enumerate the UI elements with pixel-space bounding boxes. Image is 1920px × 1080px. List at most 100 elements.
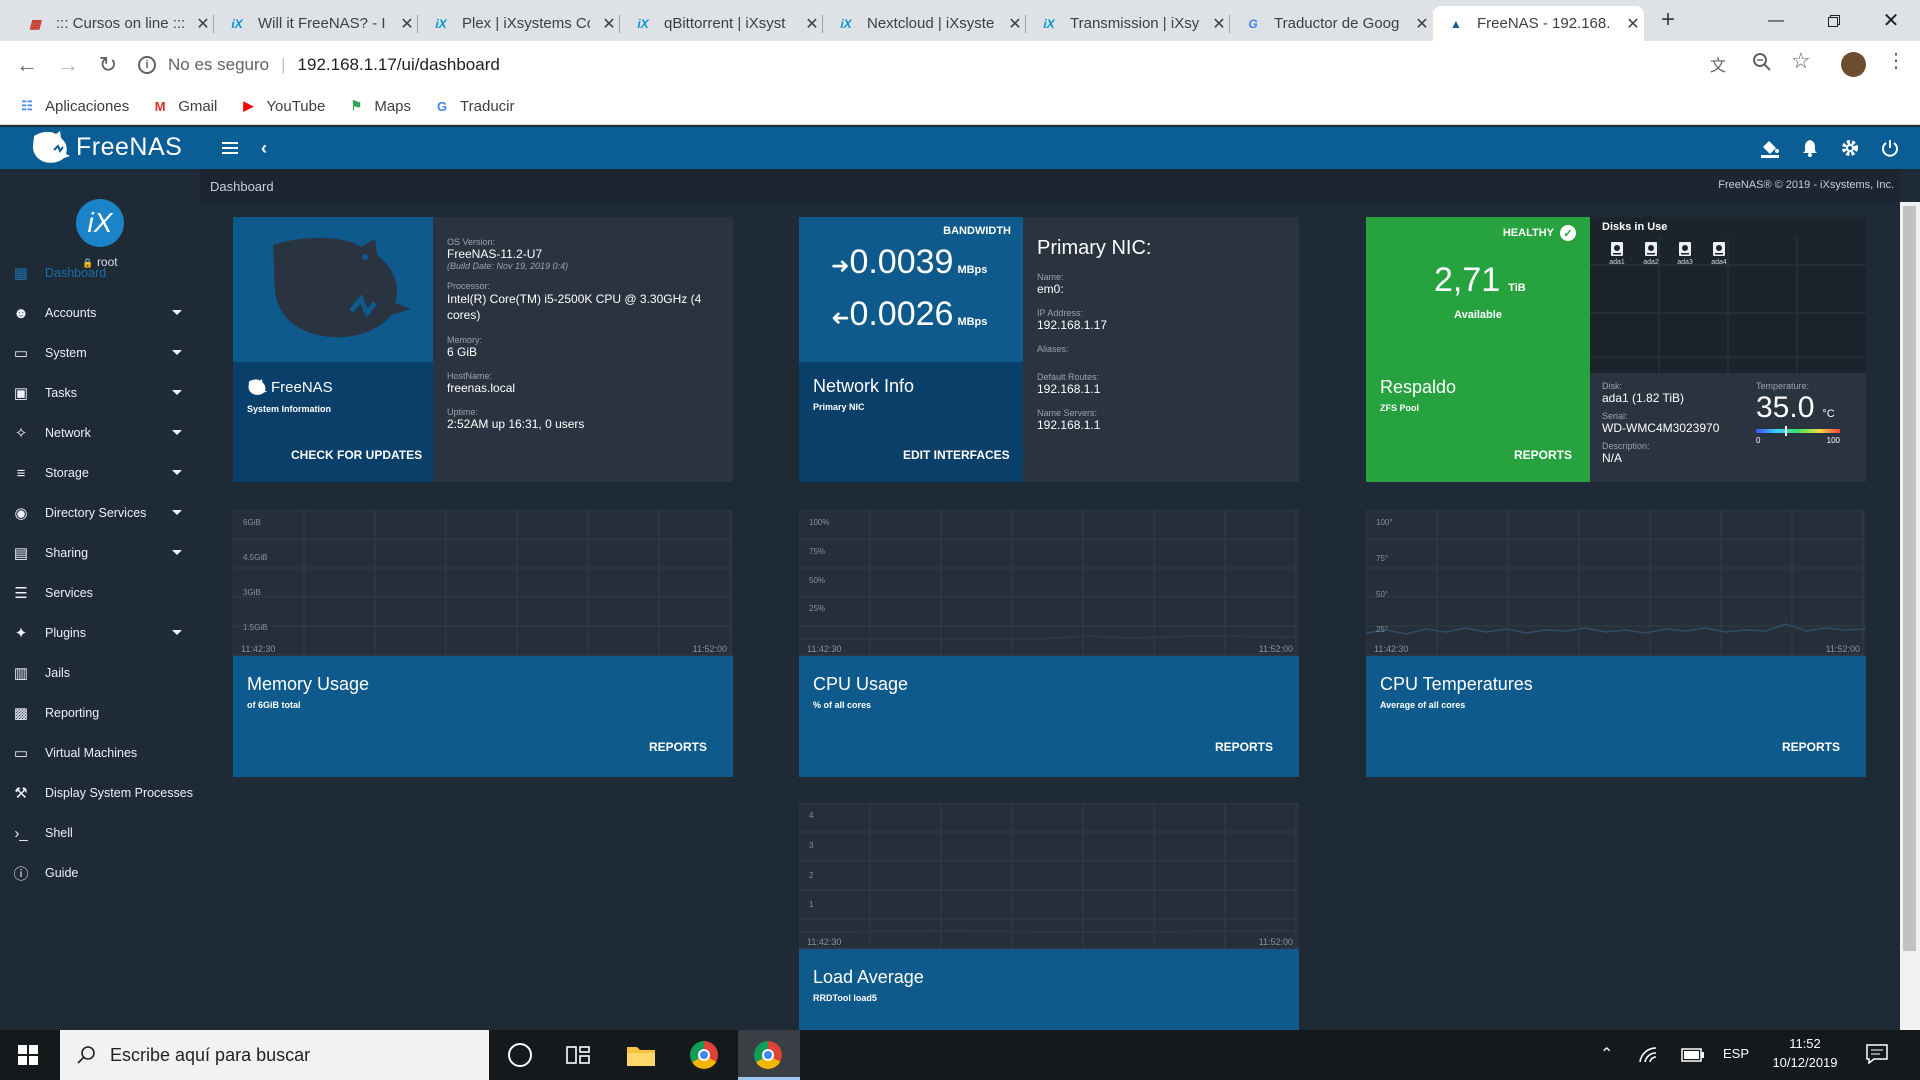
cpu-label: Processor: xyxy=(447,281,491,291)
language-indicator[interactable]: ESP xyxy=(1723,1046,1749,1061)
notification-center-icon[interactable] xyxy=(1866,1044,1888,1069)
disk-item[interactable]: ada1 xyxy=(1600,241,1634,266)
sidebar-item-virtual-machines[interactable]: ▭ Virtual Machines xyxy=(0,733,200,773)
pool-reports-button[interactable]: REPORTS xyxy=(1514,448,1572,462)
youtube-icon: ▶ xyxy=(243,98,254,113)
sidebar-item-directory-services[interactable]: ◉ Directory Services xyxy=(0,493,200,533)
tab-title: ::: Cursos on line ::: xyxy=(56,15,184,32)
cpu-title: CPU Usage xyxy=(813,674,909,694)
bookmark-star-icon[interactable]: ☆ xyxy=(1791,48,1811,74)
start-button[interactable] xyxy=(18,1045,38,1070)
chevron-up-icon[interactable]: ⌃ xyxy=(1600,1044,1613,1064)
temperature-reports-button[interactable]: REPORTS xyxy=(1782,740,1840,754)
browser-tab[interactable]: iX Transmission | iXsy ✕ xyxy=(1026,6,1230,41)
browser-tab[interactable]: ▲ FreeNAS - 192.168. ✕ xyxy=(1433,6,1644,41)
arrow-left-icon: ➜ xyxy=(831,305,850,330)
sidebar-item-jails[interactable]: ▥ Jails xyxy=(0,653,200,693)
reload-button[interactable]: ↻ xyxy=(92,49,124,81)
sysinfo-footer: FreeNAS System Information CHECK FOR UPD… xyxy=(233,362,433,482)
theme-button[interactable] xyxy=(1757,135,1783,161)
browser-tab[interactable]: ▦::: Cursos on line ::: ✕ xyxy=(12,6,214,41)
clock[interactable]: 11:52 10/12/2019 xyxy=(1760,1036,1850,1070)
avatar[interactable]: iX xyxy=(76,199,124,247)
sidebar-item-guide[interactable]: ⓘ Guide xyxy=(0,853,200,893)
settings-button[interactable] xyxy=(1837,135,1863,161)
info-icon[interactable]: i xyxy=(138,56,156,74)
browser-tab[interactable]: G Traductor de Goog ✕ xyxy=(1230,6,1433,41)
tab-title: qBittorrent | iXsyst xyxy=(664,15,786,32)
sidebar-item-services[interactable]: ☰ Services xyxy=(0,573,200,613)
edit-interfaces-button[interactable]: EDIT INTERFACES xyxy=(903,448,1010,462)
bookmark-1[interactable]: M Gmail xyxy=(151,97,218,115)
tab-title: Nextcloud | iXsyste xyxy=(867,15,995,32)
check-updates-button[interactable]: CHECK FOR UPDATES xyxy=(291,448,422,462)
gmail-icon: M xyxy=(154,98,166,114)
close-tab-icon[interactable]: ✕ xyxy=(396,14,418,34)
zoom-icon[interactable] xyxy=(1752,52,1774,74)
disk-item[interactable]: ada3 xyxy=(1668,241,1702,266)
bookmark-3[interactable]: ⚑ Maps xyxy=(347,97,412,115)
cpu-reports-button[interactable]: REPORTS xyxy=(1215,740,1273,754)
nic-details: Primary NIC: Name: em0: IP Address: 192.… xyxy=(1037,237,1287,444)
browser-tab[interactable]: iX qBittorrent | iXsyst ✕ xyxy=(620,6,823,41)
memory-reports-button[interactable]: REPORTS xyxy=(649,740,707,754)
close-tab-icon[interactable]: ✕ xyxy=(192,14,214,34)
bookmark-2[interactable]: ▶ YouTube xyxy=(239,97,325,115)
menu-toggle-button[interactable] xyxy=(217,135,243,161)
sidebar-item-dashboard[interactable]: ▦ Dashboard xyxy=(0,253,200,293)
close-tab-icon[interactable]: ✕ xyxy=(1004,14,1026,34)
sidebar-item-system[interactable]: ▭ System xyxy=(0,333,200,373)
os-value: FreeNAS-11.2-U7 xyxy=(447,247,543,261)
bookmark-0[interactable]: ☷ Aplicaciones xyxy=(18,97,129,115)
disk-item[interactable]: ada2 xyxy=(1634,241,1668,266)
scrollbar-thumb[interactable] xyxy=(1903,206,1916,951)
page-scrollbar[interactable] xyxy=(1900,202,1920,1030)
browser-tab[interactable]: iX Will it FreeNAS? - I ✕ xyxy=(214,6,418,41)
restore-button[interactable] xyxy=(1805,0,1863,41)
bookmark-4[interactable]: G Traducir xyxy=(433,97,515,115)
power-button[interactable] xyxy=(1877,135,1903,161)
sidebar-item-accounts[interactable]: ☻ Accounts xyxy=(0,293,200,333)
close-tab-icon[interactable]: ✕ xyxy=(1622,14,1644,34)
sidebar-item-network[interactable]: ✧ Network xyxy=(0,413,200,453)
taskbar-search[interactable]: Escribe aquí para buscar xyxy=(60,1030,489,1080)
chrome-icon[interactable] xyxy=(690,1041,718,1069)
browser-tab[interactable]: iX Plex | iXsystems Co ✕ xyxy=(418,6,620,41)
disk-item[interactable]: ada4 xyxy=(1702,241,1736,266)
wifi-icon[interactable] xyxy=(1638,1046,1660,1069)
forward-button[interactable]: → xyxy=(52,49,84,81)
file-explorer-icon[interactable] xyxy=(626,1042,656,1073)
url-text[interactable]: 192.168.1.17/ui/dashboard xyxy=(298,55,500,75)
sidebar-item-sharing[interactable]: ▤ Sharing xyxy=(0,533,200,573)
memory-subtitle: of 6GiB total xyxy=(247,700,301,710)
sidebar-item-plugins[interactable]: ✦ Plugins xyxy=(0,613,200,653)
cortana-icon[interactable] xyxy=(508,1043,532,1067)
browser-tab[interactable]: iX Nextcloud | iXsyste ✕ xyxy=(823,6,1026,41)
sidebar-item-display-system-processes[interactable]: ⚒ Display System Processes xyxy=(0,773,200,813)
notifications-button[interactable] xyxy=(1797,135,1823,161)
menu-kebab-icon[interactable]: ⋮ xyxy=(1886,48,1906,73)
close-tab-icon[interactable]: ✕ xyxy=(1208,14,1230,34)
profile-avatar[interactable] xyxy=(1841,52,1866,77)
bookmark-label: Traducir xyxy=(460,97,515,115)
sidebar-item-storage[interactable]: ≡ Storage xyxy=(0,453,200,493)
new-tab-button[interactable]: + xyxy=(1653,6,1683,36)
close-window-button[interactable]: ✕ xyxy=(1862,0,1920,41)
sidebar-item-label: Dashboard xyxy=(45,266,107,280)
translate-page-icon[interactable]: 文 xyxy=(1710,52,1732,75)
omnibox[interactable]: i No es seguro | 192.168.1.17/ui/dashboa… xyxy=(138,47,1718,83)
close-tab-icon[interactable]: ✕ xyxy=(1411,14,1433,34)
close-tab-icon[interactable]: ✕ xyxy=(801,14,823,34)
chrome-active-taskbar-item[interactable] xyxy=(738,1030,800,1080)
close-tab-icon[interactable]: ✕ xyxy=(598,14,620,34)
battery-icon[interactable] xyxy=(1681,1048,1705,1067)
freenas-logo[interactable]: FreeNAS xyxy=(30,130,182,164)
collapse-sidebar-button[interactable]: ‹ xyxy=(251,135,277,161)
back-button[interactable]: ← xyxy=(11,49,43,81)
sidebar-item-reporting[interactable]: ▩ Reporting xyxy=(0,693,200,733)
minimize-button[interactable]: — xyxy=(1747,0,1805,41)
sidebar-item-tasks[interactable]: ▣ Tasks xyxy=(0,373,200,413)
accounts-icon: ☻ xyxy=(13,304,29,322)
sidebar-item-shell[interactable]: ›_ Shell xyxy=(0,813,200,853)
task-view-icon[interactable] xyxy=(566,1044,590,1071)
